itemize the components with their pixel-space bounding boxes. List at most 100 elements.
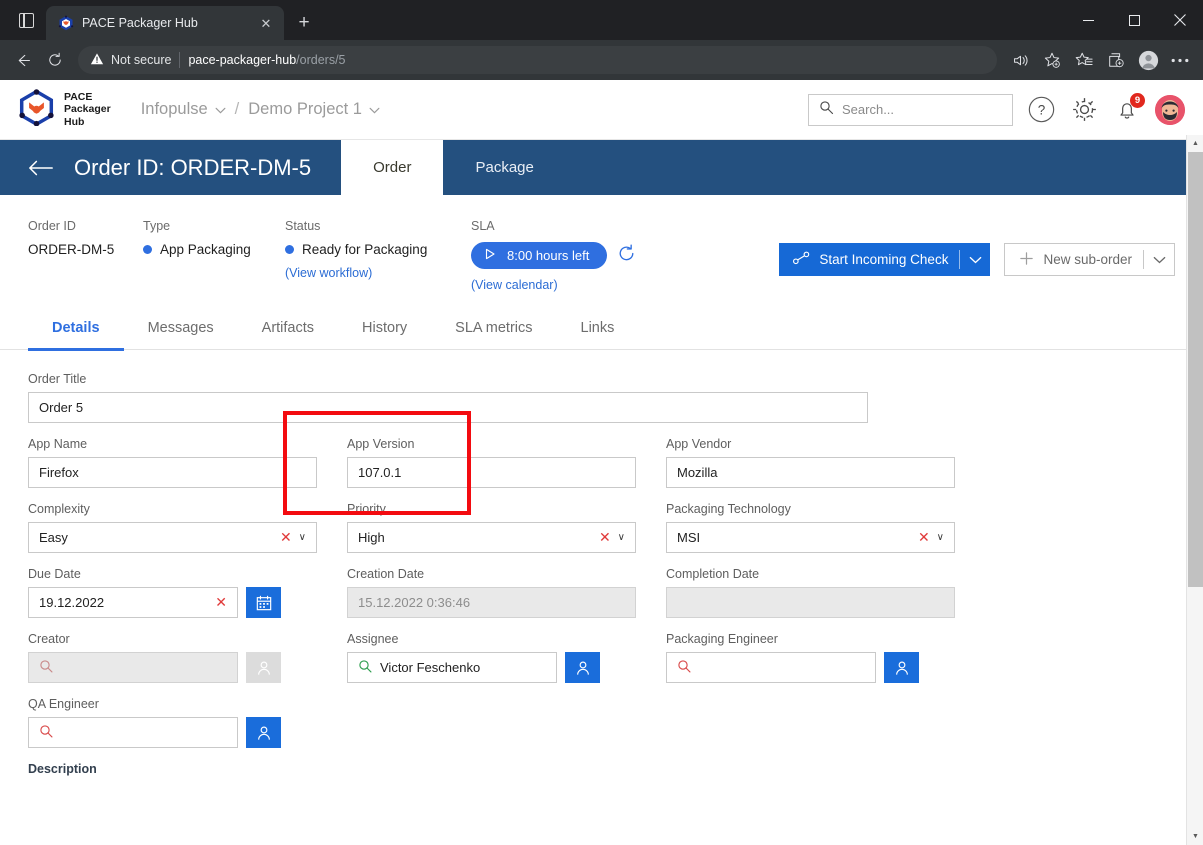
completion-date-label: Completion Date <box>666 567 760 581</box>
favorites-icon[interactable] <box>1069 45 1099 75</box>
page-scrollbar[interactable]: ▲ ▼ <box>1186 135 1203 845</box>
back-arrow-icon[interactable] <box>8 45 38 75</box>
meta-order-id-value: ORDER-DM-5 <box>28 242 115 257</box>
scroll-up-icon[interactable]: ▲ <box>1187 135 1203 152</box>
security-indicator[interactable]: Not secure <box>90 52 171 69</box>
creator-user-picker-button <box>246 652 281 683</box>
breadcrumb-item-project[interactable]: Demo Project 1 <box>248 100 380 119</box>
tab-sla-metrics[interactable]: SLA metrics <box>431 320 556 349</box>
clear-icon[interactable]: ✕ <box>280 529 292 546</box>
gear-icon[interactable] <box>1069 95 1099 125</box>
chevron-down-icon[interactable] <box>215 100 226 119</box>
view-calendar-link[interactable]: (View calendar) <box>471 278 558 292</box>
url-path: /orders/5 <box>296 53 346 67</box>
maximize-icon[interactable] <box>1111 0 1157 40</box>
back-arrow-icon[interactable] <box>28 140 74 195</box>
breadcrumb-item-organization[interactable]: Infopulse <box>141 100 226 119</box>
meta-status-sub: (View workflow) <box>285 264 471 282</box>
form-row-app: App Name Firefox App Version 107.0.1 App… <box>28 437 1175 488</box>
app-version-label: App Version <box>347 437 415 451</box>
address-bar[interactable]: Not secure pace-packager-hub/orders/5 <box>78 46 997 74</box>
order-meta-strip: Order ID ORDER-DM-5 Type App Packaging S… <box>0 195 1203 515</box>
field-complexity: Complexity Easy ✕ ∨ <box>28 502 317 553</box>
start-incoming-check-button[interactable]: Start Incoming Check <box>779 243 991 276</box>
collections-icon[interactable] <box>1101 45 1131 75</box>
app-version-input[interactable]: 107.0.1 <box>347 457 636 488</box>
field-packaging-technology: Packaging Technology MSI ✕ ∨ <box>666 502 955 553</box>
detail-tabs: Details Messages Artifacts History SLA m… <box>0 320 1203 351</box>
view-workflow-link[interactable]: (View workflow) <box>285 266 372 280</box>
qa-engineer-input[interactable] <box>28 717 238 748</box>
settings-more-icon[interactable] <box>1165 45 1195 75</box>
close-icon[interactable]: ✕ <box>256 13 276 33</box>
help-button[interactable]: ? <box>1026 95 1056 125</box>
new-sub-order-button[interactable]: New sub-order <box>1004 243 1175 276</box>
packaging-engineer-input[interactable] <box>666 652 876 683</box>
app-name-input[interactable]: Firefox <box>28 457 317 488</box>
clear-icon[interactable]: ✕ <box>599 529 611 546</box>
chevron-down-icon[interactable]: ∨ <box>299 532 306 543</box>
priority-select[interactable]: High ✕ ∨ <box>347 522 636 553</box>
order-title-input[interactable]: Order 5 <box>28 392 868 423</box>
tab-messages[interactable]: Messages <box>124 320 238 349</box>
read-aloud-icon[interactable] <box>1005 45 1035 75</box>
calendar-icon[interactable] <box>246 587 281 618</box>
chevron-down-icon[interactable] <box>369 100 380 119</box>
add-favorite-icon[interactable] <box>1037 45 1067 75</box>
browser-tab[interactable]: PACE Packager Hub ✕ <box>46 6 284 40</box>
description-label: Description <box>28 762 97 776</box>
app-logo[interactable]: PACE Packager Hub <box>18 88 111 131</box>
tab-history[interactable]: History <box>338 320 431 349</box>
sla-timer-pill[interactable]: 8:00 hours left <box>471 242 608 269</box>
tab-links[interactable]: Links <box>557 320 639 349</box>
start-incoming-check-label: Start Incoming Check <box>819 252 949 267</box>
chevron-down-icon[interactable] <box>1144 256 1174 264</box>
profile-icon[interactable] <box>1133 45 1163 75</box>
clear-icon[interactable]: ✕ <box>918 529 930 546</box>
due-date-group: 19.12.2022 ✕ <box>28 587 317 618</box>
browser-navbar: Not secure pace-packager-hub/orders/5 <box>0 40 1203 80</box>
close-icon[interactable] <box>1157 0 1203 40</box>
search-input[interactable]: Search... <box>808 93 1013 126</box>
app-vendor-input[interactable]: Mozilla <box>666 457 955 488</box>
breadcrumb-project-label: Demo Project 1 <box>248 100 362 118</box>
logo-line-3: Hub <box>64 115 85 128</box>
assignee-input[interactable]: Victor Feschenko <box>347 652 557 683</box>
meta-type-value: App Packaging <box>160 242 251 257</box>
scrollbar-thumb[interactable] <box>1188 152 1203 587</box>
complexity-select[interactable]: Easy ✕ ∨ <box>28 522 317 553</box>
tab-details[interactable]: Details <box>28 320 124 351</box>
clear-icon[interactable]: ✕ <box>215 594 227 611</box>
form-row-people: Creator Assignee Victor Feschenko Packag… <box>28 632 1175 683</box>
scroll-down-icon[interactable]: ▼ <box>1187 828 1203 845</box>
avatar[interactable] <box>1155 94 1185 125</box>
field-assignee: Assignee Victor Feschenko <box>347 632 636 683</box>
browser-tabstrip: PACE Packager Hub ✕ + <box>0 0 1203 40</box>
chevron-down-icon[interactable]: ∨ <box>937 532 944 543</box>
tab-order[interactable]: Order <box>341 140 444 195</box>
status-badge: Ready for Packaging <box>302 242 428 257</box>
workflow-node-icon <box>793 251 810 268</box>
tab-list-icon[interactable] <box>6 0 46 40</box>
reload-icon[interactable] <box>40 45 70 75</box>
breadcrumb: Infopulse / Demo Project 1 <box>141 100 380 119</box>
packaging-engineer-user-picker-button[interactable] <box>884 652 919 683</box>
chevron-down-icon[interactable] <box>960 256 990 264</box>
chevron-down-icon[interactable]: ∨ <box>618 532 625 543</box>
meta-sla-sub: (View calendar) <box>471 276 691 294</box>
tab-artifacts[interactable]: Artifacts <box>238 320 338 349</box>
refresh-icon[interactable] <box>617 243 636 268</box>
search-icon <box>677 659 692 677</box>
qa-engineer-user-picker-button[interactable] <box>246 717 281 748</box>
due-date-input[interactable]: 19.12.2022 ✕ <box>28 587 238 618</box>
assignee-user-picker-button[interactable] <box>565 652 600 683</box>
meta-type: Type App Packaging <box>143 219 285 257</box>
minimize-icon[interactable] <box>1065 0 1111 40</box>
bell-icon[interactable]: 9 <box>1112 92 1145 125</box>
field-priority: Priority High ✕ ∨ <box>347 502 636 553</box>
new-tab-button[interactable]: + <box>290 9 318 37</box>
tab-package[interactable]: Package <box>443 140 565 195</box>
meta-type-label: Type <box>143 219 171 233</box>
packaging-technology-select[interactable]: MSI ✕ ∨ <box>666 522 955 553</box>
type-dot-icon <box>143 245 152 254</box>
